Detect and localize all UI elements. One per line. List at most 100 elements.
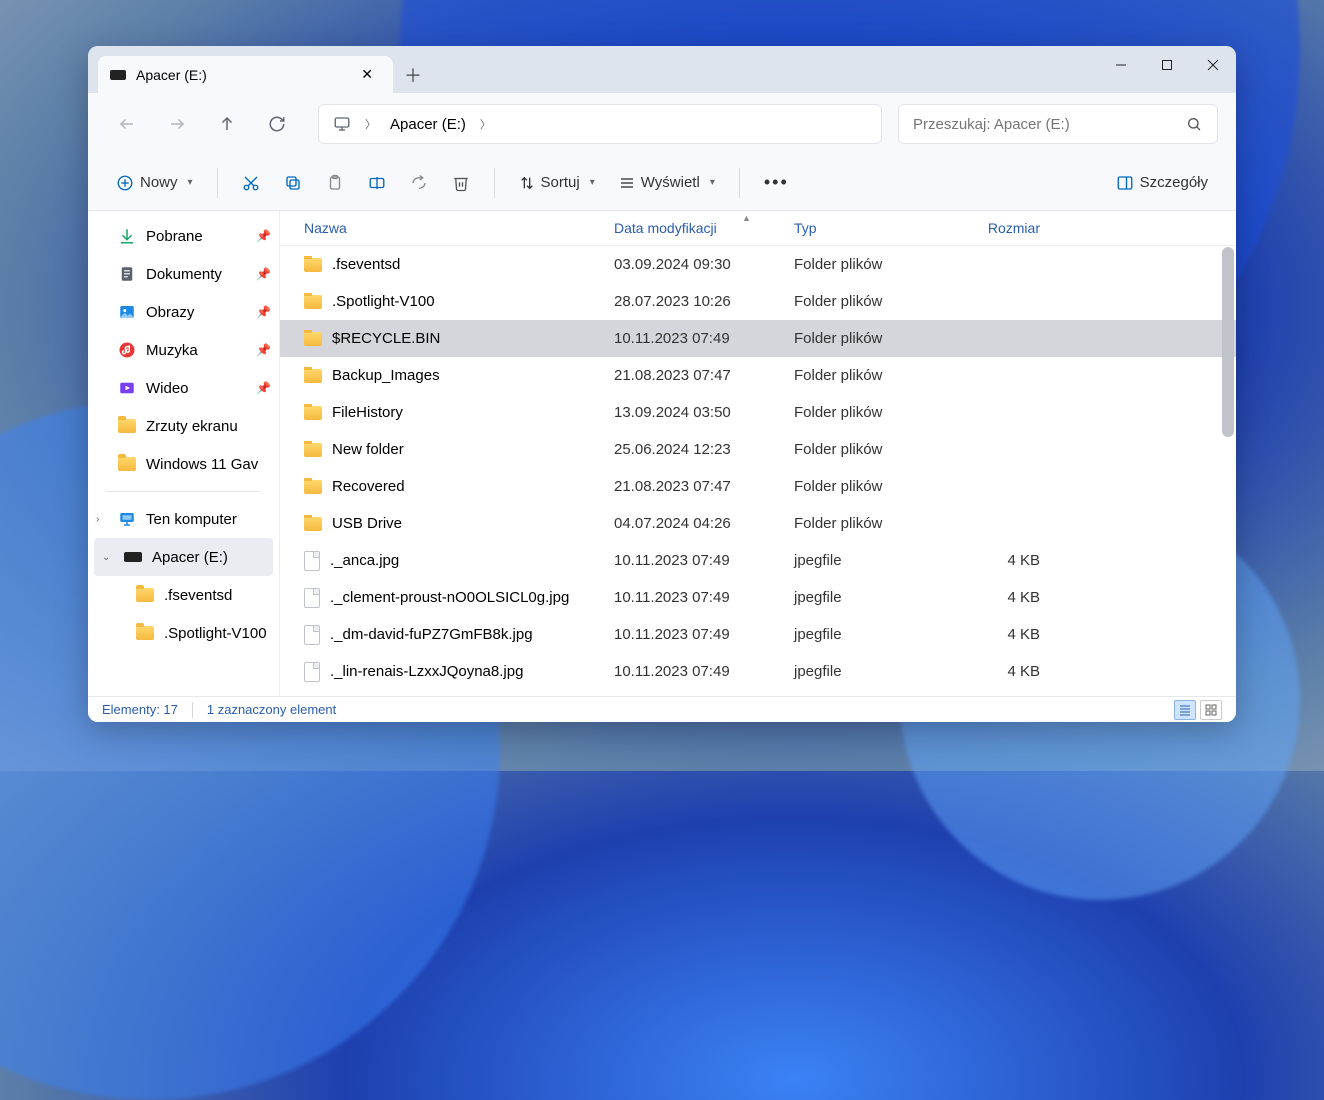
nav-pane[interactable]: Pobrane📌Dokumenty📌Obrazy📌Muzyka📌Wideo📌Zr… bbox=[88, 211, 280, 696]
sidebar-item[interactable]: Windows 11 Gav bbox=[88, 445, 279, 483]
file-type: jpegfile bbox=[782, 663, 932, 680]
file-row[interactable]: USB Drive04.07.2024 04:26Folder plików bbox=[280, 505, 1236, 542]
file-size: 4 KB bbox=[932, 663, 1052, 680]
file-size: 4 KB bbox=[932, 589, 1052, 606]
tree-item[interactable]: ›Ten komputer bbox=[88, 500, 279, 538]
forward-button[interactable] bbox=[156, 105, 198, 143]
file-name: FileHistory bbox=[332, 404, 403, 421]
chevron-right-icon[interactable]: 〉 bbox=[480, 116, 491, 132]
folder-icon bbox=[118, 455, 136, 473]
file-name: ._clement-proust-nO0OLSICL0g.jpg bbox=[330, 589, 569, 606]
tab-close-icon[interactable]: ✕ bbox=[353, 62, 381, 87]
paste-button[interactable] bbox=[316, 164, 354, 202]
details-view-toggle[interactable] bbox=[1174, 700, 1196, 720]
chevron-right-icon[interactable]: 〉 bbox=[365, 116, 376, 132]
copy-button[interactable] bbox=[274, 164, 312, 202]
file-type: jpegfile bbox=[782, 552, 932, 569]
pc-icon bbox=[333, 115, 351, 133]
sidebar-item[interactable]: Muzyka 📌 bbox=[88, 331, 279, 369]
rename-button[interactable] bbox=[358, 164, 396, 202]
sidebar-item[interactable]: Obrazy📌 bbox=[88, 293, 279, 331]
file-date: 04.07.2024 04:26 bbox=[602, 515, 782, 532]
folder-icon bbox=[304, 517, 322, 531]
tab-current[interactable]: Apacer (E:) ✕ bbox=[98, 56, 393, 93]
file-row[interactable]: $RECYCLE.BIN10.11.2023 07:49Folder plikó… bbox=[280, 320, 1236, 357]
file-date: 10.11.2023 07:49 bbox=[602, 589, 782, 606]
share-button[interactable] bbox=[400, 164, 438, 202]
refresh-button[interactable] bbox=[256, 105, 298, 143]
maximize-button[interactable] bbox=[1144, 46, 1190, 84]
address-crumb[interactable]: Apacer (E:) bbox=[390, 116, 466, 133]
back-button[interactable] bbox=[106, 105, 148, 143]
pin-icon[interactable]: 📌 bbox=[256, 267, 271, 281]
music-icon bbox=[118, 341, 136, 359]
file-name: .fseventsd bbox=[332, 256, 400, 273]
file-row[interactable]: ._clement-proust-nO0OLSICL0g.jpg 10.11.20… bbox=[280, 579, 1236, 616]
new-button[interactable]: Nowy ▾ bbox=[106, 164, 203, 202]
file-row[interactable]: ._dm-david-fuPZ7GmFB8k.jpg10.11.2023 07:… bbox=[280, 616, 1236, 653]
sort-label: Sortuj bbox=[541, 174, 580, 191]
file-row[interactable]: New folder25.06.2024 12:23Folder plików bbox=[280, 431, 1236, 468]
column-type[interactable]: Typ bbox=[782, 220, 932, 236]
details-button[interactable]: Szczegóły bbox=[1106, 164, 1218, 202]
minimize-button[interactable] bbox=[1098, 46, 1144, 84]
up-button[interactable] bbox=[206, 105, 248, 143]
file-type: Folder plików bbox=[782, 404, 932, 421]
file-row[interactable]: ._lin-renais-LzxxJQoyna8.jpg10.11.2023 0… bbox=[280, 653, 1236, 690]
download-icon bbox=[118, 227, 136, 245]
pin-icon[interactable]: 📌 bbox=[256, 229, 271, 243]
new-label: Nowy bbox=[140, 174, 178, 191]
close-button[interactable] bbox=[1190, 46, 1236, 84]
sidebar-item[interactable]: Wideo📌 bbox=[88, 369, 279, 407]
folder-icon bbox=[304, 369, 322, 383]
thumbnails-view-toggle[interactable] bbox=[1200, 700, 1222, 720]
sidebar-item[interactable]: Dokumenty📌 bbox=[88, 255, 279, 293]
tree-item-label: .fseventsd bbox=[164, 587, 232, 604]
sort-button[interactable]: Sortuj ▾ bbox=[509, 164, 605, 202]
title-bar: Apacer (E:) ✕ ＋ bbox=[88, 46, 1236, 93]
navigation-bar: 〉 Apacer (E:) 〉 bbox=[88, 93, 1236, 155]
pin-icon[interactable]: 📌 bbox=[256, 381, 271, 395]
new-tab-button[interactable]: ＋ bbox=[393, 56, 433, 93]
sidebar-item[interactable]: Pobrane📌 bbox=[88, 217, 279, 255]
pin-icon[interactable]: 📌 bbox=[256, 343, 271, 357]
file-rows: .fseventsd 03.09.2024 09:30 Folder plików.… bbox=[280, 246, 1236, 696]
tree-item[interactable]: .fseventsd bbox=[88, 576, 279, 614]
view-button[interactable]: Wyświetl ▾ bbox=[609, 164, 725, 202]
file-row[interactable]: .fseventsd03.09.2024 09:30Folder plików bbox=[280, 246, 1236, 283]
column-name[interactable]: Nazwa bbox=[280, 220, 602, 236]
file-row[interactable]: FileHistory 13.09.2024 03:50Folder plików bbox=[280, 394, 1236, 431]
command-bar: Nowy ▾ Sortuj ▾ Wyświetl ▾ ••• Szczegóły bbox=[88, 155, 1236, 211]
file-row[interactable]: ._anca.jpg10.11.2023 07:49jpegfile4 KB bbox=[280, 542, 1236, 579]
file-date: 21.08.2023 07:47 bbox=[602, 367, 782, 384]
chevron-down-icon: ▾ bbox=[710, 177, 715, 188]
file-date: 13.09.2024 03:50 bbox=[602, 404, 782, 421]
scrollbar[interactable] bbox=[1222, 247, 1234, 696]
column-date[interactable]: Data modyfikacji bbox=[602, 220, 782, 236]
share-icon bbox=[410, 174, 428, 192]
paste-icon bbox=[326, 174, 344, 192]
address-bar[interactable]: 〉 Apacer (E:) 〉 bbox=[318, 104, 882, 144]
tree-item-label: Apacer (E:) bbox=[152, 549, 228, 566]
sidebar-item[interactable]: Zrzuty ekranu bbox=[88, 407, 279, 445]
search-box[interactable] bbox=[898, 104, 1218, 144]
file-row[interactable]: .Spotlight-V10028.07.2023 10:26Folder pl… bbox=[280, 283, 1236, 320]
file-explorer-window: Apacer (E:) ✕ ＋ 〉 Apacer (E:) 〉 Nowy bbox=[88, 46, 1236, 722]
search-input[interactable] bbox=[913, 116, 1185, 133]
sort-icon bbox=[519, 175, 535, 191]
column-size[interactable]: Rozmiar bbox=[932, 220, 1052, 236]
cut-button[interactable] bbox=[232, 164, 270, 202]
tree-item[interactable]: ⌄ Apacer (E:) bbox=[94, 538, 273, 576]
delete-button[interactable] bbox=[442, 164, 480, 202]
expand-icon[interactable]: › bbox=[96, 514, 99, 525]
file-row[interactable]: Backup_Images21.08.2023 07:47Folder plik… bbox=[280, 357, 1236, 394]
tree-item[interactable]: .Spotlight-V100 bbox=[88, 614, 279, 652]
pin-icon[interactable]: 📌 bbox=[256, 305, 271, 319]
scrollbar-thumb[interactable] bbox=[1222, 247, 1234, 437]
expand-icon[interactable]: ⌄ bbox=[102, 552, 110, 563]
more-button[interactable]: ••• bbox=[754, 164, 799, 202]
file-row[interactable]: Recovered21.08.2023 07:47Folder plików bbox=[280, 468, 1236, 505]
file-date: 03.09.2024 09:30 bbox=[602, 256, 782, 273]
sidebar-item-label: Muzyka bbox=[146, 342, 198, 359]
search-icon[interactable] bbox=[1185, 115, 1203, 133]
